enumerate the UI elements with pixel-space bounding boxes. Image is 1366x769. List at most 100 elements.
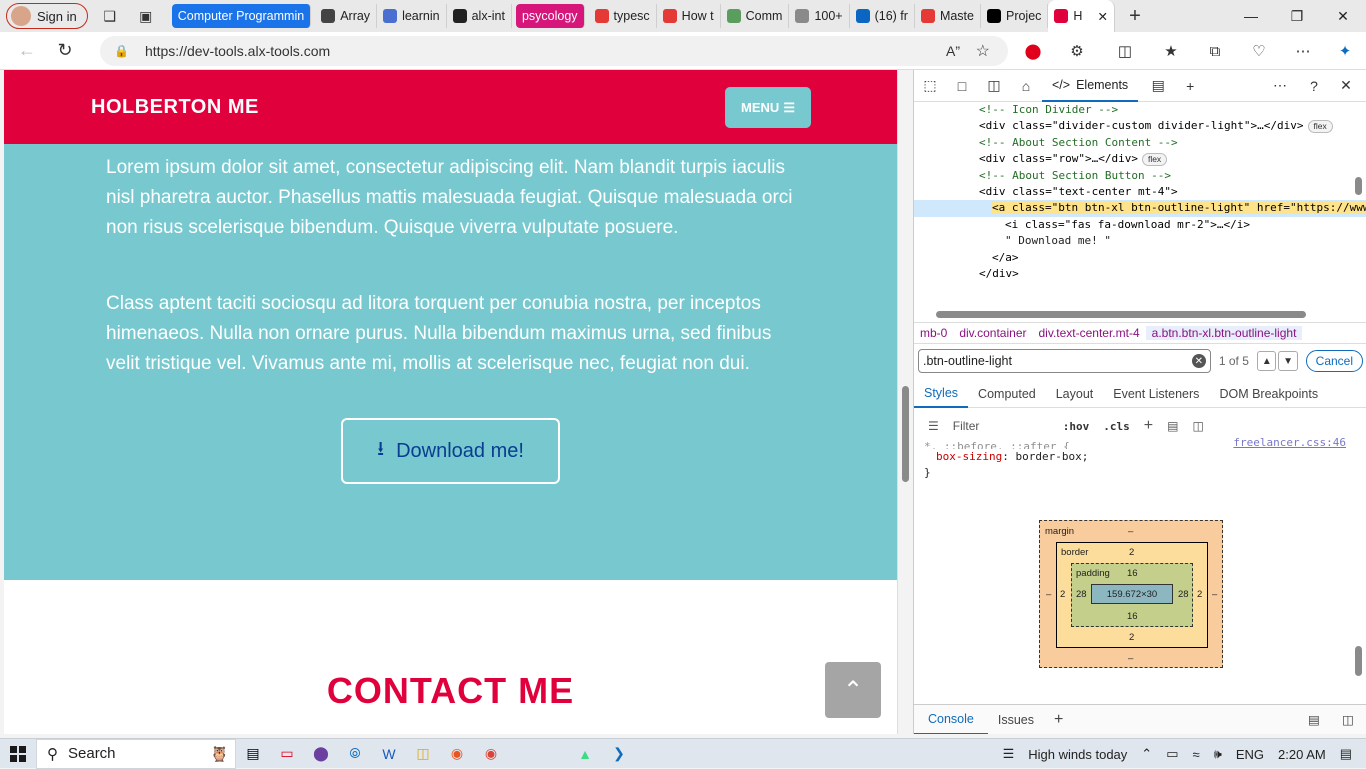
dom-node-line[interactable]: <div class="text-center mt-4"> (914, 184, 1366, 200)
browser-tab[interactable]: alx-int (447, 4, 512, 28)
read-aloud-icon[interactable]: A” (946, 43, 960, 59)
extensions-icon[interactable]: ⚙ (1062, 36, 1092, 66)
wifi-icon[interactable]: ≈ (1185, 747, 1206, 762)
copilot-icon[interactable]: ✦ (1330, 36, 1360, 66)
browser-tab[interactable]: (16) fr (850, 4, 915, 28)
task-view-icon[interactable]: ▤ (236, 739, 270, 769)
back-icon[interactable]: ← (10, 34, 44, 68)
breadcrumb-item[interactable]: a.btn.btn-xl.btn-outline-light (1145, 326, 1303, 340)
margin-left-value[interactable]: – (1046, 589, 1051, 600)
padding-top-value[interactable]: 16 (1127, 568, 1138, 579)
start-button[interactable] (0, 739, 36, 769)
favorites-icon[interactable]: ★ (1156, 36, 1186, 66)
browser-tab[interactable]: psycology (515, 4, 585, 28)
profile-button[interactable]: Sign in (6, 3, 88, 29)
search-cancel-button[interactable]: Cancel (1305, 350, 1364, 372)
search-next-icon[interactable]: ▼ (1278, 351, 1298, 371)
tab-elements[interactable]: </> Elements (1042, 70, 1139, 102)
dom-node-line[interactable]: <i class="fas fa-download mr-2">…</i> (914, 217, 1366, 233)
drawer-tab-issues[interactable]: Issues (988, 713, 1044, 727)
tray-overflow-icon[interactable]: ⌃ (1134, 746, 1159, 762)
padding-right-value[interactable]: 28 (1178, 589, 1189, 600)
devtools-menu-icon[interactable]: ⋯ (1264, 70, 1296, 102)
welcome-home-icon[interactable]: ⌂ (1010, 70, 1042, 102)
dom-search-input[interactable]: .btn-outline-light ✕ (918, 349, 1211, 373)
help-icon[interactable]: ? (1298, 70, 1330, 102)
split-screen-icon[interactable]: ◫ (1110, 36, 1140, 66)
dom-node-line[interactable]: " Download me! " (914, 233, 1366, 249)
styles-tab[interactable]: Layout (1046, 380, 1104, 408)
file-explorer-icon[interactable]: ◫ (406, 739, 440, 769)
browser-tab[interactable]: H ✕ (1048, 0, 1115, 32)
browser-tab[interactable]: How t (657, 4, 721, 28)
github-desktop-icon[interactable]: ⬤ (304, 739, 338, 769)
drawer-tab-console[interactable]: Console (914, 705, 988, 734)
hov-toggle[interactable]: :hov (1063, 420, 1090, 433)
rule-source-link[interactable]: freelancer.css:46 (1233, 435, 1346, 451)
browser-tab[interactable]: learnin (377, 4, 447, 28)
search-previous-icon[interactable]: ▲ (1257, 351, 1277, 371)
browser-tab[interactable]: Computer Programmin (171, 4, 312, 28)
styles-tab[interactable]: Styles (914, 380, 969, 408)
vscode-app-icon[interactable]: ❯ (602, 739, 636, 769)
collections-icon[interactable]: ⧉ (1200, 36, 1230, 66)
close-devtools-icon[interactable]: ✕ (1330, 70, 1362, 102)
opera-extension-icon[interactable]: ⬤ (1018, 36, 1048, 66)
refresh-icon[interactable]: ↻ (48, 34, 82, 68)
dom-horizontal-scrollbar[interactable] (914, 308, 1366, 320)
border-right-value[interactable]: 2 (1197, 589, 1202, 600)
rule-value[interactable]: border-box; (1015, 450, 1088, 463)
restore-icon[interactable]: ❐ (1274, 0, 1320, 32)
styles-tab[interactable]: DOM Breakpoints (1209, 380, 1328, 408)
lock-icon[interactable]: 🔒 (114, 44, 129, 58)
styles-filter-input[interactable]: Filter (953, 419, 1063, 433)
device-emulation-icon[interactable]: □ (946, 70, 978, 102)
new-rule-icon[interactable]: + (1144, 417, 1153, 435)
battery-icon[interactable]: ▭ (1159, 746, 1185, 762)
drawer-add-icon[interactable]: + (1044, 711, 1073, 729)
styles-scrollbar[interactable] (1355, 646, 1362, 676)
edge-app-icon[interactable]: ⦾ (338, 739, 372, 769)
clear-search-icon[interactable]: ✕ (1191, 354, 1206, 368)
dom-node-line[interactable]: </div> (914, 266, 1366, 282)
drawer-collapse-icon[interactable]: ◫ (1332, 712, 1364, 727)
browser-tab[interactable]: Projec (981, 4, 1049, 28)
padding-left-value[interactable]: 28 (1076, 589, 1087, 600)
new-tab-icon[interactable]: + (1121, 2, 1149, 30)
notifications-icon[interactable]: ▤ (1333, 746, 1366, 762)
dom-node-line[interactable]: <div class="divider-custom divider-light… (914, 118, 1366, 134)
scroll-to-top-button[interactable]: ⌃ (825, 662, 881, 718)
browser-essentials-icon[interactable]: ♡ (1244, 36, 1274, 66)
element-state-icon[interactable]: ▤ (1167, 419, 1178, 433)
dom-node-line[interactable]: </a> (914, 250, 1366, 266)
styles-tab[interactable]: Event Listeners (1103, 380, 1209, 408)
tab-actions-icon[interactable]: ▣ (132, 2, 160, 30)
chrome-app-icon[interactable]: ◉ (474, 739, 508, 769)
margin-right-value[interactable]: – (1212, 589, 1217, 600)
border-bottom-value[interactable]: 2 (1129, 632, 1134, 643)
word-app-icon[interactable]: W (372, 739, 406, 769)
weather-icon[interactable]: ☰ (996, 746, 1022, 762)
dom-node-line[interactable]: <a class="btn btn-xl btn-outline-light" … (914, 200, 1366, 217)
browser-tab[interactable]: 100+ (789, 4, 850, 28)
browser-tab[interactable]: Array (315, 4, 378, 28)
border-left-value[interactable]: 2 (1060, 589, 1065, 600)
clock[interactable]: 2:20 AM (1271, 747, 1333, 762)
more-tools-icon[interactable]: + (1174, 70, 1206, 102)
minimize-icon[interactable]: — (1228, 0, 1274, 32)
box-model-content[interactable]: 159.672×30 (1091, 584, 1173, 604)
browser-tab[interactable]: Maste (915, 4, 981, 28)
dom-scrollbar[interactable] (1355, 177, 1362, 195)
download-button[interactable]: ⭳ Download me! (341, 418, 560, 484)
url-field[interactable]: 🔒 https://dev-tools.alx-tools.com A” ☆ (100, 36, 1008, 66)
brand-logo[interactable]: HOLBERTON ME (91, 96, 259, 119)
rule-property[interactable]: box-sizing (936, 450, 1002, 463)
breadcrumb-item[interactable]: div.text-center.mt-4 (1033, 326, 1146, 340)
dom-node-line[interactable]: <div class="row">…</div> flex (914, 151, 1366, 167)
ubuntu-app-icon[interactable]: ◉ (440, 739, 474, 769)
computed-sidebar-icon[interactable]: ◫ (1192, 419, 1203, 433)
margin-bottom-value[interactable]: – (1128, 653, 1133, 664)
browser-tab[interactable]: Comm (721, 4, 790, 28)
layout-badge[interactable]: flex (1307, 120, 1333, 134)
page-scrollbar[interactable] (897, 70, 913, 734)
